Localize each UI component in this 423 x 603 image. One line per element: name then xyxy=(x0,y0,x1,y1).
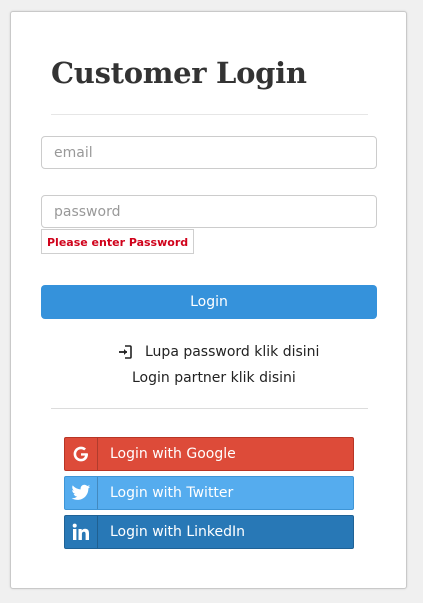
login-with-linkedin-button[interactable]: Login with LinkedIn xyxy=(64,515,354,549)
login-card: Customer Login Please enter Password Log… xyxy=(10,11,407,589)
page-title: Customer Login xyxy=(51,56,307,90)
password-field[interactable] xyxy=(41,195,377,228)
twitter-icon xyxy=(65,477,98,509)
partner-login-link[interactable]: Login partner klik disini xyxy=(132,370,296,386)
email-field[interactable] xyxy=(41,136,377,169)
twitter-button-label: Login with Twitter xyxy=(110,485,234,501)
login-button[interactable]: Login xyxy=(41,285,377,319)
google-icon xyxy=(65,438,98,470)
password-error-message: Please enter Password xyxy=(41,229,195,254)
google-button-label: Login with Google xyxy=(110,446,236,462)
login-with-twitter-button[interactable]: Login with Twitter xyxy=(64,476,354,510)
linkedin-icon xyxy=(65,516,98,548)
sign-in-icon xyxy=(117,344,133,360)
social-divider xyxy=(51,408,368,409)
forgot-password-link[interactable]: Lupa password klik disini xyxy=(117,344,319,360)
linkedin-button-label: Login with LinkedIn xyxy=(110,524,246,540)
forgot-password-label: Lupa password klik disini xyxy=(145,344,320,360)
title-divider xyxy=(51,114,368,115)
login-with-google-button[interactable]: Login with Google xyxy=(64,437,354,471)
